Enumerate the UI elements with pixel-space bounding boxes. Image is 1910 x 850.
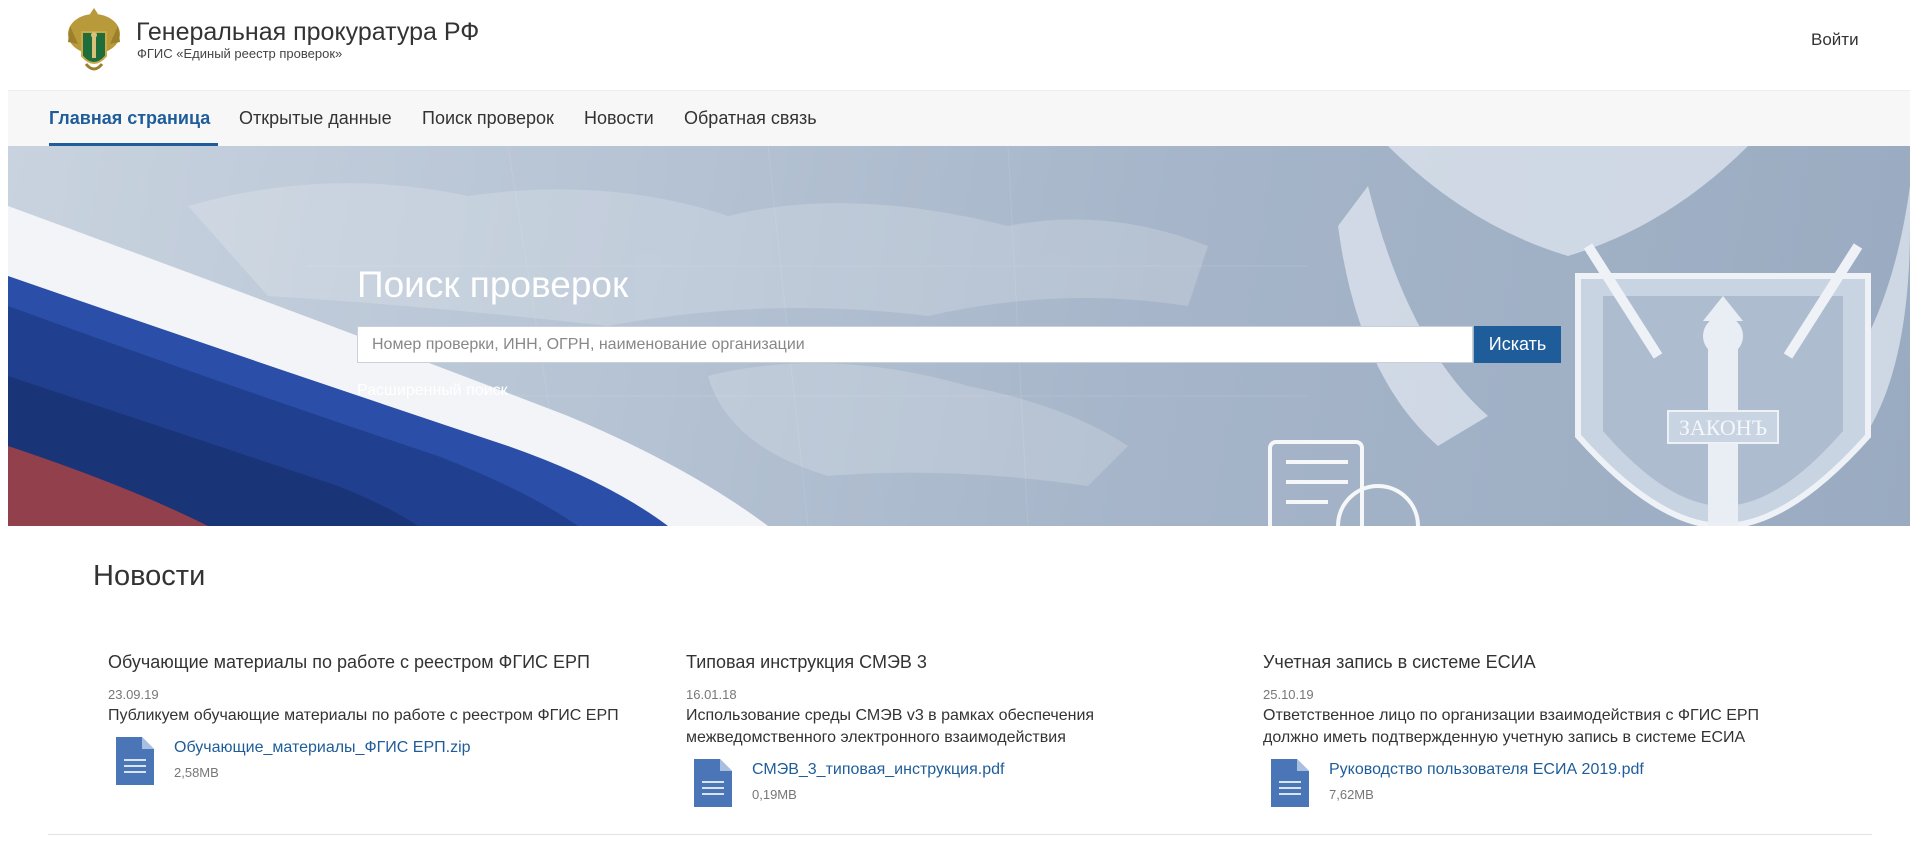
search-button[interactable]: Искать — [1474, 326, 1561, 363]
section-divider — [48, 834, 1872, 835]
news-attachment: Обучающие_материалы_ФГИС ЕРП.zip 2,58MB — [108, 737, 648, 791]
nav-item-news[interactable]: Новости — [584, 108, 654, 129]
news-attachment: СМЭВ_3_типовая_инструкция.pdf 0,19MB — [686, 759, 1226, 813]
news-item: Обучающие материалы по работе с реестром… — [108, 652, 648, 791]
news-item-text: Использование среды СМЭВ v3 в рамках обе… — [686, 707, 1095, 746]
news-item-title[interactable]: Типовая инструкция СМЭВ 3 — [686, 652, 1226, 673]
attachment-link[interactable]: Руководство пользователя ЕСИА 2019.pdf — [1329, 761, 1644, 779]
nav-item-inspection-search[interactable]: Поиск проверок — [422, 108, 554, 129]
document-file-icon[interactable] — [1271, 759, 1309, 807]
nav-item-open-data[interactable]: Открытые данные — [239, 108, 392, 129]
search-hero: ЗАКОНЪ Поиск проверок Искать Расширенный… — [8, 146, 1910, 526]
news-section-title: Новости — [93, 560, 206, 592]
news-attachment: Руководство пользователя ЕСИА 2019.pdf 7… — [1263, 759, 1803, 813]
login-link[interactable]: Войти — [1811, 30, 1859, 50]
nav-item-home[interactable]: Главная страница — [49, 108, 210, 129]
search-field-wrapper — [357, 326, 1473, 363]
news-item: Типовая инструкция СМЭВ 3 16.01.18 Испол… — [686, 652, 1226, 813]
attachment-size: 2,58MB — [174, 765, 219, 780]
news-item-date: 23.09.19 — [108, 687, 159, 702]
advanced-search-link[interactable]: Расширенный поиск — [357, 382, 508, 400]
hero-title: Поиск проверок — [357, 264, 629, 305]
site-subtitle: ФГИС «Единый реестр проверок» — [137, 46, 343, 61]
news-item-title[interactable]: Обучающие материалы по работе с реестром… — [108, 652, 648, 673]
site-header: Генеральная прокуратура РФ ФГИС «Единый … — [0, 0, 1910, 90]
news-item-date: 16.01.18 — [686, 687, 737, 702]
attachment-size: 7,62MB — [1329, 787, 1374, 802]
prosecutor-emblem-icon[interactable] — [64, 4, 124, 76]
nav-item-feedback[interactable]: Обратная связь — [684, 108, 817, 129]
news-item: Учетная запись в системе ЕСИА 25.10.19 О… — [1263, 652, 1803, 813]
inspection-search-input[interactable] — [358, 327, 1472, 362]
main-nav: Главная страница Открытые данные Поиск п… — [8, 90, 1910, 146]
attachment-link[interactable]: Обучающие_материалы_ФГИС ЕРП.zip — [174, 739, 471, 757]
news-item-text: Ответственное лицо по организации взаимо… — [1263, 707, 1760, 746]
emblem-inscription: ЗАКОНЪ — [1679, 415, 1767, 440]
news-item-text: Публикуем обучающие материалы по работе … — [108, 707, 619, 724]
document-file-icon[interactable] — [694, 759, 732, 807]
site-title[interactable]: Генеральная прокуратура РФ — [136, 18, 479, 47]
attachment-size: 0,19MB — [752, 787, 797, 802]
attachment-link[interactable]: СМЭВ_3_типовая_инструкция.pdf — [752, 761, 1004, 779]
document-file-icon[interactable] — [116, 737, 154, 785]
news-item-date: 25.10.19 — [1263, 687, 1314, 702]
news-item-title[interactable]: Учетная запись в системе ЕСИА — [1263, 652, 1803, 673]
